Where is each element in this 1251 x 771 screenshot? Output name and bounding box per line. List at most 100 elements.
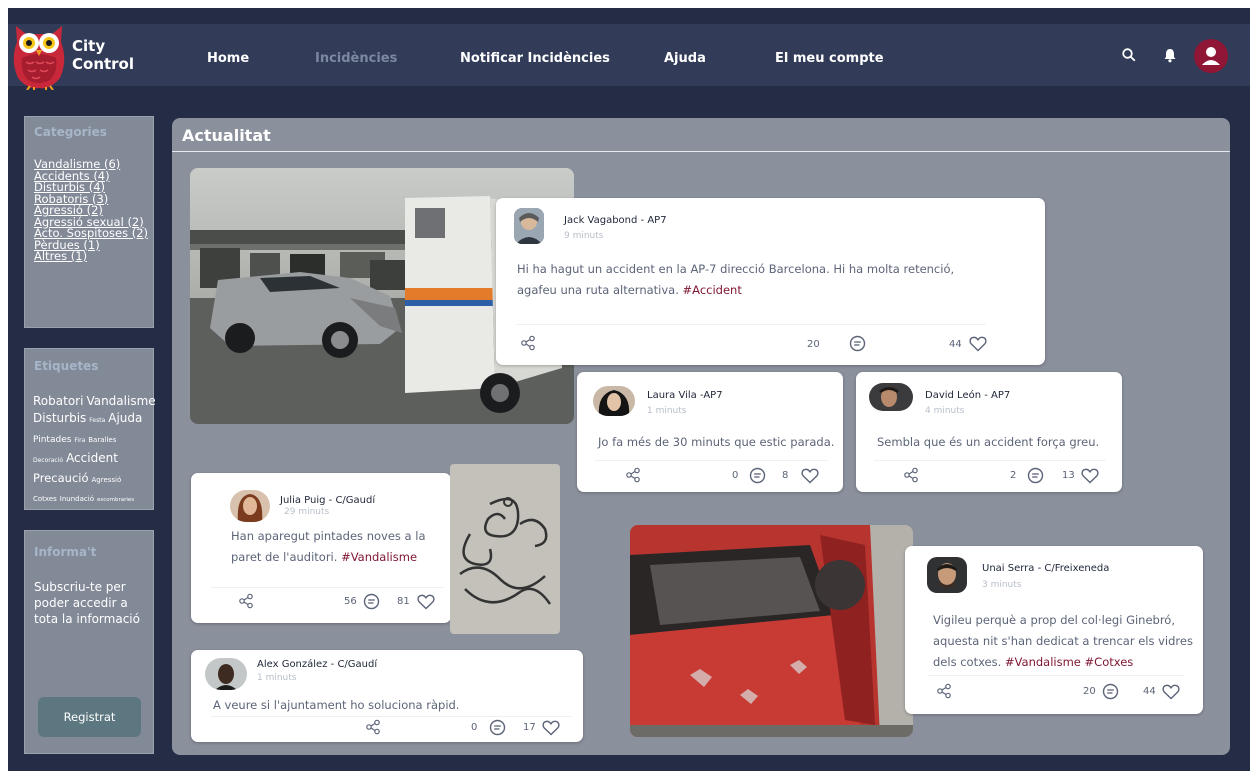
register-button[interactable]: Registrat: [38, 697, 141, 737]
tag-link[interactable]: Ajuda: [108, 411, 142, 425]
avatar[interactable]: [514, 208, 544, 244]
informat-panel: Informa't Subscriu-te per poder accedir …: [24, 530, 154, 754]
author-name[interactable]: Laura Vila: [647, 390, 697, 401]
comment-icon[interactable]: [489, 719, 506, 736]
tag-link[interactable]: Fira: [74, 437, 85, 444]
post-location: AP7: [703, 390, 723, 401]
post-card[interactable]: Laura Vila -AP7 1 minuts Jo fa més de 30…: [577, 372, 843, 492]
heart-icon[interactable]: [542, 720, 560, 736]
post-author[interactable]: Laura Vila -AP7: [647, 390, 723, 401]
post-location: AP7: [991, 390, 1011, 401]
app-name[interactable]: City Control: [72, 37, 134, 73]
post-card[interactable]: Jack Vagabond - AP7 9 minuts Hi ha hagut…: [496, 198, 1045, 365]
author-name[interactable]: Jack Vagabond: [564, 215, 637, 226]
tag-link[interactable]: Accident: [66, 451, 118, 465]
tag-cloud: Robatori Vandalisme Disturbis Festa Ajuda P…: [33, 392, 156, 508]
post-author[interactable]: Jack Vagabond - AP7: [564, 215, 667, 226]
tag-link[interactable]: Baralles: [88, 436, 116, 444]
author-name[interactable]: Julia Puig: [280, 495, 325, 506]
like-count: 44: [1143, 686, 1156, 697]
share-icon[interactable]: [903, 467, 919, 483]
bell-icon[interactable]: [1163, 48, 1177, 63]
post-time: 4 minuts: [925, 406, 965, 416]
news-feed-panel: Actualitat Jack Vagabond - AP7 9 minuts …: [172, 118, 1230, 755]
post-author[interactable]: Unai Serra - C/Freixeneda: [982, 563, 1109, 574]
heart-icon[interactable]: [801, 468, 819, 484]
heart-icon[interactable]: [969, 336, 987, 352]
comment-count: 56: [344, 596, 357, 607]
avatar[interactable]: [205, 658, 247, 690]
title-divider: [172, 151, 1230, 152]
hashtag-link[interactable]: #Accident: [683, 283, 742, 297]
tag-link[interactable]: Precaució: [33, 471, 89, 485]
like-count: 13: [1062, 470, 1075, 481]
nav-ajuda[interactable]: Ajuda: [664, 51, 706, 66]
heart-icon[interactable]: [1081, 468, 1099, 484]
tag-link[interactable]: Inundació: [60, 495, 94, 503]
post-card[interactable]: Julia Puig - C/Gaudí 29 minuts Han apare…: [191, 473, 451, 623]
avatar[interactable]: [927, 557, 967, 593]
comment-icon[interactable]: [849, 335, 866, 352]
post-time: 29 minuts: [284, 507, 330, 517]
tag-link[interactable]: Agressió: [92, 476, 122, 484]
post-time: 1 minuts: [647, 406, 687, 416]
post-author[interactable]: Alex González - C/Gaudí: [257, 659, 377, 670]
post-card[interactable]: Alex González - C/Gaudí 1 minuts A veure…: [191, 650, 583, 742]
author-name[interactable]: Unai Serra: [982, 563, 1034, 574]
avatar[interactable]: [869, 383, 913, 411]
comment-icon[interactable]: [1027, 467, 1044, 484]
graffiti-photo[interactable]: [450, 464, 560, 634]
tag-link[interactable]: Robatori: [33, 394, 83, 408]
owl-logo-icon[interactable]: [10, 20, 68, 90]
post-text: A veure si l'ajuntament ho soluciona ràp…: [213, 698, 460, 712]
nav-el-meu-compte[interactable]: El meu compte: [775, 51, 884, 66]
post-card[interactable]: David León - AP7 4 minuts Sembla que és …: [856, 372, 1122, 492]
tag-link[interactable]: Decoració: [33, 457, 63, 464]
comment-count: 20: [1083, 686, 1096, 697]
informat-title: Informa't: [34, 545, 97, 559]
tag-link[interactable]: Festa: [89, 417, 105, 424]
search-icon[interactable]: [1122, 48, 1136, 62]
informat-text: Subscriu-te per poder accedir a tota la …: [34, 580, 140, 626]
hashtag-link[interactable]: #Vandalisme: [341, 550, 417, 564]
post-location: C/Gaudí: [337, 659, 378, 670]
category-link[interactable]: Altres (1): [34, 250, 148, 263]
user-avatar-button[interactable]: [1194, 39, 1228, 73]
like-count: 81: [397, 596, 410, 607]
tag-link[interactable]: Disturbis: [33, 411, 86, 425]
nav-home[interactable]: Home: [207, 51, 249, 66]
nav-incidencies[interactable]: Incidències: [315, 51, 397, 66]
post-divider: [516, 324, 986, 325]
post-text: Vigileu perquè a prop del col·legi Gineb…: [933, 610, 1195, 673]
tag-link[interactable]: Cotxes: [33, 495, 57, 503]
post-divider: [874, 460, 1106, 461]
comment-icon[interactable]: [749, 467, 766, 484]
tag-link[interactable]: Pintades: [33, 435, 71, 445]
share-icon[interactable]: [365, 719, 381, 735]
heart-icon[interactable]: [417, 594, 435, 610]
post-time: 9 minuts: [564, 231, 604, 241]
categories-list: Vandalisme (6) Accidents (4) Disturbis (…: [34, 158, 148, 263]
share-icon[interactable]: [520, 335, 536, 351]
broken-car-photo[interactable]: [630, 525, 913, 737]
post-author[interactable]: David León - AP7: [925, 390, 1010, 401]
comment-icon[interactable]: [1102, 683, 1119, 700]
heart-icon[interactable]: [1162, 684, 1180, 700]
avatar[interactable]: [230, 490, 270, 522]
tag-link[interactable]: escombraries: [97, 497, 134, 503]
comment-icon[interactable]: [363, 593, 380, 610]
share-icon[interactable]: [625, 467, 641, 483]
author-name[interactable]: David León: [925, 390, 981, 401]
user-icon: [1202, 47, 1220, 65]
hashtag-link[interactable]: #Vandalisme #Cotxes: [1005, 655, 1133, 669]
post-author[interactable]: Julia Puig - C/Gaudí: [280, 495, 375, 506]
nav-notificar-incidencies[interactable]: Notificar Incidències: [460, 51, 610, 66]
share-icon[interactable]: [238, 593, 254, 609]
avatar[interactable]: [593, 386, 635, 416]
comment-count: 20: [807, 339, 820, 350]
post-text: Han aparegut pintades noves a la paret d…: [231, 526, 437, 568]
post-card[interactable]: Unai Serra - C/Freixeneda 3 minuts Vigil…: [905, 546, 1203, 714]
author-name[interactable]: Alex González: [257, 659, 327, 670]
tag-link[interactable]: Vandalisme: [86, 394, 155, 408]
share-icon[interactable]: [936, 683, 952, 699]
